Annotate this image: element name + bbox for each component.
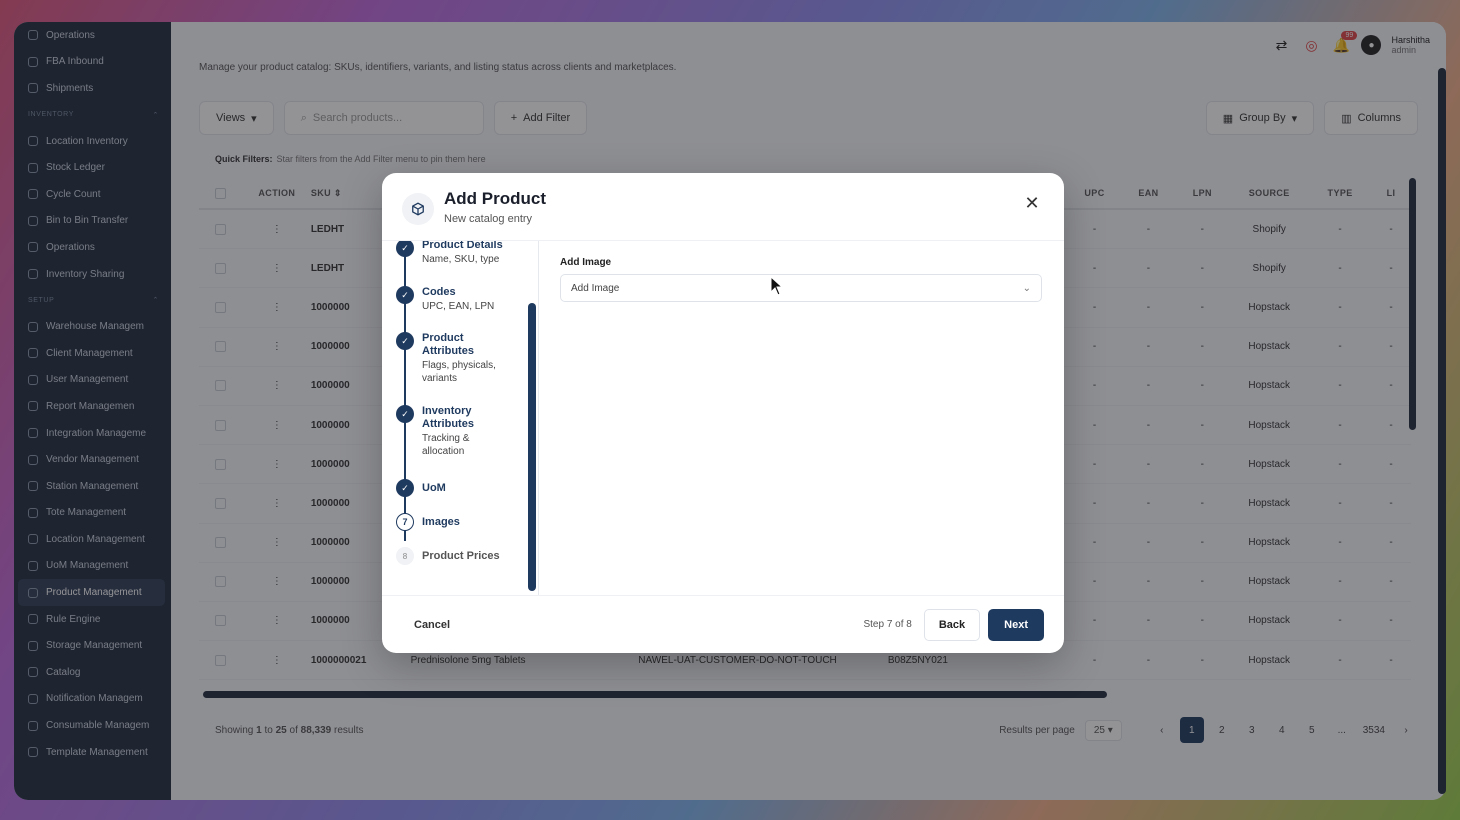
step-number: 8 — [396, 547, 414, 565]
stepper: ✓ Product Details Name, SKU, type ✓ Codes… — [382, 241, 538, 595]
step-inventory-attributes[interactable]: ✓ Inventory Attributes Tracking & allocat… — [396, 405, 512, 458]
step-indicator: Step 7 of 8 — [863, 619, 912, 630]
check-icon: ✓ — [396, 241, 414, 257]
back-button[interactable]: Back — [923, 608, 981, 641]
add-product-modal: Add Product New catalog entry ✕ ✓ Produc… — [382, 173, 1064, 653]
add-image-select[interactable]: Add Image ⌄ — [560, 274, 1042, 302]
modal-footer: Cancel Step 7 of 8 Back Next — [382, 595, 1064, 653]
add-image-label: Add Image — [560, 257, 612, 268]
step-codes[interactable]: ✓ Codes UPC, EAN, LPN — [396, 286, 494, 313]
step-uom[interactable]: ✓ UoM — [396, 479, 446, 497]
stepper-scrollbar[interactable] — [528, 303, 536, 591]
check-icon: ✓ — [396, 405, 414, 423]
next-button[interactable]: Next — [988, 608, 1044, 641]
cancel-button[interactable]: Cancel — [414, 619, 450, 631]
chevron-down-icon: ⌄ — [1022, 282, 1031, 294]
box-icon — [402, 193, 434, 225]
mouse-cursor-icon — [770, 276, 784, 296]
step-product-details[interactable]: ✓ Product Details Name, SKU, type — [396, 241, 503, 266]
check-icon: ✓ — [396, 479, 414, 497]
step-product-prices[interactable]: 8 Product Prices — [396, 547, 500, 565]
add-image-select-value: Add Image — [571, 282, 620, 294]
step-number: 7 — [396, 513, 414, 531]
step-product-attributes[interactable]: ✓ Product Attributes Flags, physicals, va… — [396, 332, 512, 385]
step-images[interactable]: 7 Images — [396, 513, 460, 531]
images-step-content: Add Image Add Image ⌄ — [560, 257, 1044, 302]
modal-title: Add Product — [444, 189, 546, 208]
modal-subtitle: New catalog entry — [444, 213, 533, 225]
check-icon: ✓ — [396, 332, 414, 350]
modal-divider — [538, 241, 539, 595]
close-icon[interactable]: ✕ — [1020, 191, 1044, 215]
check-icon: ✓ — [396, 286, 414, 304]
modal-header: Add Product New catalog entry ✕ — [382, 173, 1064, 241]
